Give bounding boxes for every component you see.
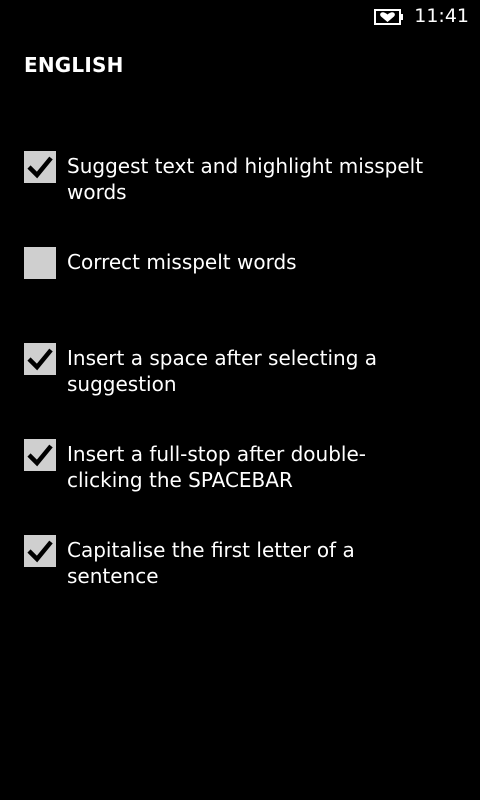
checkbox-capitalise[interactable] [24,535,56,567]
option-label: Capitalise the first letter of a sentenc… [67,538,355,588]
checkmark-icon [27,540,53,563]
checkbox-insert-space[interactable] [24,343,56,375]
option-label: Insert a space after selecting a suggest… [67,346,377,396]
status-clock: 11:41 [414,5,469,27]
option-suggest-text[interactable]: Suggest text and highlight misspelt word… [24,151,464,205]
checkbox-correct-misspelt[interactable] [24,247,56,279]
checkmark-icon [27,444,53,467]
option-label: Correct misspelt words [67,250,297,274]
option-label: Insert a full-stop after double- clickin… [67,442,366,492]
checkbox-suggest-text[interactable] [24,151,56,183]
option-insert-full-stop[interactable]: Insert a full-stop after double- clickin… [24,439,464,493]
battery-icon [374,9,403,25]
checkmark-icon [27,156,53,179]
option-correct-misspelt[interactable]: Correct misspelt words [24,247,464,279]
status-bar: 11:41 [0,0,480,32]
page-title: ENGLISH [24,53,124,77]
option-insert-space[interactable]: Insert a space after selecting a suggest… [24,343,464,397]
checkbox-insert-full-stop[interactable] [24,439,56,471]
option-capitalise[interactable]: Capitalise the first letter of a sentenc… [24,535,464,589]
option-label: Suggest text and highlight misspelt word… [67,154,424,204]
checkmark-icon [27,348,53,371]
